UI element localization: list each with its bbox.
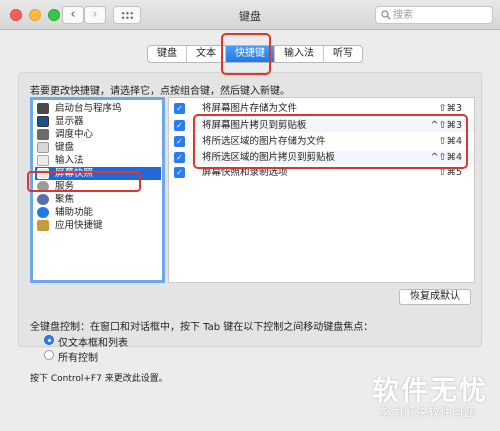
mission-control-icon [37, 129, 49, 140]
category-item-spotlight[interactable]: 聚焦 [35, 193, 161, 206]
tab-keyboard[interactable]: 键盘 [148, 46, 187, 62]
radio-label: 仅文本框和列表 [58, 338, 128, 349]
keyboard-icon [37, 142, 49, 153]
category-item-app-shortcuts[interactable]: 应用快捷键 [35, 219, 161, 232]
checkbox-checked-icon[interactable]: ✓ [174, 152, 185, 163]
spotlight-icon [37, 194, 49, 205]
category-label: 输入法 [55, 155, 84, 166]
checkbox-checked-icon[interactable]: ✓ [174, 120, 185, 131]
checkbox-checked-icon[interactable]: ✓ [174, 167, 185, 178]
radio-all-controls[interactable] [44, 350, 54, 360]
search-icon [381, 10, 391, 20]
tab-input-sources[interactable]: 输入法 [275, 46, 324, 62]
search-field[interactable] [375, 6, 493, 24]
display-icon [37, 116, 49, 127]
search-input[interactable] [393, 7, 489, 23]
restore-defaults-button[interactable]: 恢复成默认 [399, 289, 471, 305]
category-item-mission-control[interactable]: 调度中心 [35, 128, 161, 141]
category-label: 辅助功能 [55, 207, 94, 218]
watermark-tagline: 努力解决软件问题 [380, 406, 476, 419]
category-highlight-box [27, 171, 141, 192]
category-label: 聚焦 [55, 194, 75, 205]
category-label: 启动台与程序坞 [55, 103, 122, 114]
checkbox-checked-icon[interactable]: ✓ [174, 136, 185, 147]
radio-label: 所有控制 [58, 353, 98, 364]
watermark-logo: 软件无忧 [372, 376, 488, 407]
keyboard-control-footnote: 按下 Control+F7 来更改此设置。 [30, 374, 168, 384]
title-bar: ‹ › 键盘 [0, 0, 500, 30]
category-label: 调度中心 [55, 129, 94, 140]
tab-dictation[interactable]: 听写 [324, 46, 362, 62]
category-label: 显示器 [55, 116, 84, 127]
category-item-keyboard[interactable]: 键盘 [35, 141, 161, 154]
dock-icon [37, 103, 49, 114]
keyboard-preferences-window: ‹ › 键盘 键盘 文本 快捷键 输入法 听写 若要更改快捷键，请选择它，点按组… [0, 0, 500, 431]
shortcut-highlight-box [193, 114, 468, 169]
tab-highlight-box [221, 33, 271, 75]
category-label: 应用快捷键 [55, 220, 103, 231]
category-item-dock[interactable]: 启动台与程序坞 [35, 102, 161, 115]
radio-text-boxes-lists[interactable] [44, 335, 54, 345]
instruction-text: 若要更改快捷键，请选择它，点按组合键，然后键入新键。 [30, 86, 290, 97]
category-item-accessibility[interactable]: 辅助功能 [35, 206, 161, 219]
category-item-display[interactable]: 显示器 [35, 115, 161, 128]
category-item-input-method[interactable]: 输入法 [35, 154, 161, 167]
keyboard-control-label: 全键盘控制：在窗口和对话框中，按下 Tab 键在以下控制之间移动键盘焦点： [30, 322, 374, 333]
checkbox-checked-icon[interactable]: ✓ [174, 103, 185, 114]
app-shortcuts-icon [37, 220, 49, 231]
accessibility-icon [37, 207, 49, 218]
category-label: 键盘 [55, 142, 75, 153]
input-method-icon [37, 155, 49, 166]
